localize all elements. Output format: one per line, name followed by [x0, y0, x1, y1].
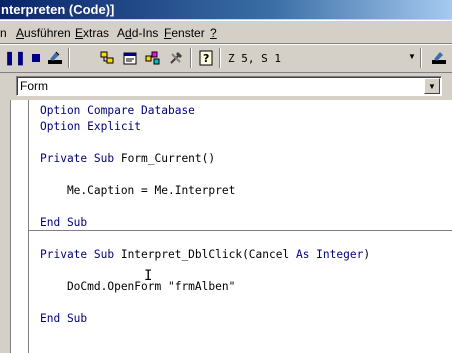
- menu-item-ausfuehren[interactable]: Ausführen: [16, 26, 71, 40]
- stop-icon[interactable]: [27, 49, 45, 67]
- help-icon[interactable]: ?: [197, 49, 215, 67]
- code-text: DoCmd.OpenForm "frmAlben": [40, 280, 236, 293]
- code-keyword: Option Explicit: [40, 120, 142, 133]
- code-window[interactable]: Option Compare Database Option Explicit …: [0, 100, 452, 353]
- code-line: Me.Caption = Me.Interpret: [40, 184, 235, 197]
- title-divider: [0, 20, 452, 21]
- margin-indicator-bar[interactable]: [10, 100, 28, 353]
- menu-label-rest: d-Ins: [131, 26, 159, 40]
- code-line: DoCmd.OpenForm "frmAlben": [40, 280, 235, 293]
- toolbar-separator: [420, 48, 422, 68]
- svg-text:?: ?: [203, 52, 209, 65]
- code-keyword: As Integer: [295, 248, 364, 261]
- ibeam-cursor-icon: I: [144, 268, 153, 284]
- left-strip: [0, 100, 10, 353]
- toolbar-separator: [68, 48, 70, 68]
- design-mode-icon[interactable]: [430, 49, 448, 67]
- code-editor[interactable]: Option Compare Database Option Explicit …: [40, 100, 370, 325]
- code-line: Option Explicit: [40, 120, 141, 133]
- code-keyword: Private Sub: [40, 152, 121, 165]
- margin-border: [28, 100, 29, 353]
- chevron-down-icon[interactable]: ▼: [424, 78, 440, 94]
- code-keyword: Option Compare Database: [40, 104, 195, 117]
- code-keyword: End Sub: [40, 312, 88, 325]
- design-mode-icon[interactable]: [46, 49, 64, 67]
- code-line: Private Sub Interpret_DblClick(Cancel As…: [40, 248, 370, 261]
- code-text: ): [363, 248, 371, 261]
- menu-label-rest: xtras: [83, 26, 110, 40]
- pause-icon[interactable]: ❚❚: [4, 49, 26, 67]
- menu-accel: A: [16, 26, 25, 40]
- menu-item-extras[interactable]: Extras: [75, 26, 109, 40]
- menu-label-rest: enster: [171, 26, 205, 40]
- properties-icon[interactable]: [121, 49, 139, 67]
- menu-label-rest: usführen: [24, 26, 71, 40]
- project-explorer-icon[interactable]: [98, 49, 116, 67]
- menu-item-fenster[interactable]: Fenster: [164, 26, 205, 40]
- menu-label: ?: [210, 26, 217, 40]
- toolbox-icon[interactable]: [167, 49, 185, 67]
- code-keyword: End Sub: [40, 216, 88, 229]
- code-line: End Sub: [40, 312, 87, 325]
- menu-accel: d: [125, 26, 132, 40]
- object-dropdown[interactable]: Form ▼: [16, 76, 442, 96]
- menu-accel: E: [75, 26, 84, 40]
- object-browser-icon[interactable]: [144, 49, 162, 67]
- window-title: nterpreten (Code)]: [0, 0, 452, 19]
- toolbar-dropdown-icon[interactable]: ▼: [408, 52, 416, 61]
- menu-bar: n Ausführen Extras Add-Ins Fenster ?: [0, 22, 452, 43]
- procedure-separator: [29, 230, 452, 231]
- code-text: Me.Caption = Me.Interpret: [40, 184, 236, 197]
- menu-item-addins[interactable]: Add-Ins: [117, 26, 158, 40]
- code-keyword: Private Sub: [40, 248, 121, 261]
- toolbar-divider: [0, 72, 452, 73]
- toolbar-separator: [219, 48, 221, 68]
- toolbar: ❚❚ ? Z 5, S 1 ▼: [0, 45, 452, 72]
- menu-label-rest: A: [117, 26, 126, 40]
- object-dropdown-value: Form: [20, 79, 48, 93]
- code-text: Interpret_DblClick(Cancel: [120, 248, 296, 261]
- code-line: End Sub: [40, 216, 87, 229]
- toolbar-separator: [190, 48, 192, 68]
- code-text: Form_Current(): [120, 152, 216, 165]
- code-line: Option Compare Database: [40, 104, 195, 117]
- menu-item-partial[interactable]: n: [0, 26, 7, 40]
- code-line: Private Sub Form_Current(): [40, 152, 215, 165]
- cursor-position: Z 5, S 1: [228, 52, 281, 65]
- object-bar: Form ▼: [0, 74, 452, 100]
- menu-item-help[interactable]: ?: [210, 26, 217, 40]
